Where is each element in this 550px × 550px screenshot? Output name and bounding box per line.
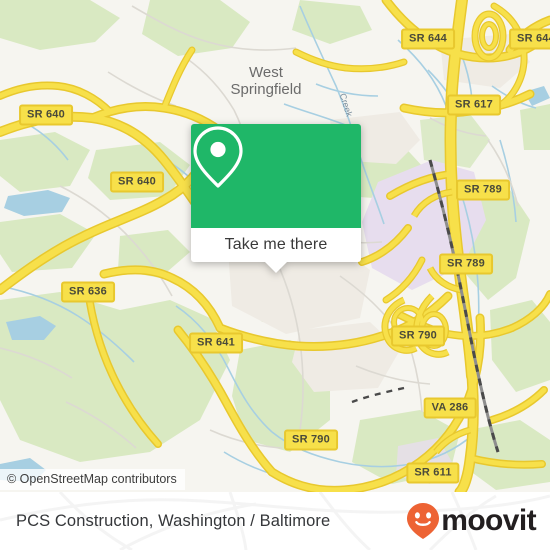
page-title: PCS Construction, Washington / Baltimore	[16, 511, 331, 530]
road-shield[interactable]: SR 641	[189, 332, 243, 354]
road-shield[interactable]: SR 640	[19, 104, 73, 126]
map-pin-icon	[193, 126, 243, 188]
take-me-there-card[interactable]: Take me there	[191, 124, 361, 273]
road-shield[interactable]: SR 644	[401, 28, 455, 50]
card-action-area[interactable]: Take me there	[191, 228, 361, 262]
osm-attribution[interactable]: © OpenStreetMap contributors	[0, 469, 185, 490]
road-shield[interactable]: SR 789	[456, 179, 510, 201]
road-shield[interactable]: VA 286	[423, 397, 477, 419]
road-shield[interactable]: SR 644	[509, 28, 550, 50]
map-canvas[interactable]: WestSpringfield Creek SR 644 SR 644 SR 6…	[0, 0, 550, 492]
road-shield[interactable]: SR 640	[110, 171, 164, 193]
road-shield[interactable]: SR 611	[406, 462, 460, 484]
road-shield[interactable]: SR 789	[439, 253, 493, 275]
road-shield[interactable]: SR 790	[284, 429, 338, 451]
moovit-logo[interactable]: moovit	[406, 502, 537, 540]
card-pin-area	[191, 124, 361, 228]
moovit-pin-smile-icon	[407, 503, 440, 539]
footer-bar: PCS Construction, Washington / Baltimore…	[0, 492, 550, 550]
moovit-wordmark: moovit	[441, 504, 536, 537]
road-shield[interactable]: SR 636	[61, 281, 115, 303]
card-pointer-tail	[265, 262, 287, 273]
road-shield[interactable]: SR 617	[447, 94, 501, 116]
take-me-there-label: Take me there	[224, 236, 328, 253]
road-shield[interactable]: SR 790	[391, 325, 445, 347]
moovit-map-screenshot: WestSpringfield Creek SR 644 SR 644 SR 6…	[0, 0, 550, 550]
